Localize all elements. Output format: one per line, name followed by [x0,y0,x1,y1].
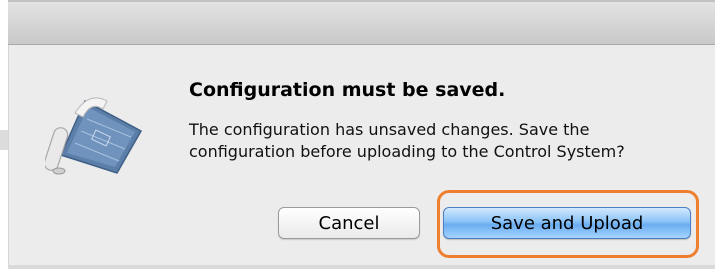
window-titlebar[interactable] [8,0,715,45]
blueprint-scroll-icon [45,97,143,175]
background-window-edge [0,130,8,150]
save-and-upload-button[interactable]: Save and Upload [443,207,691,239]
window-bottom-edge [8,265,715,269]
titlebar-shadow [8,0,715,2]
dialog-message: The configuration has unsaved changes. S… [189,120,625,161]
screenshot-canvas: Configuration must be saved. The configu… [0,0,715,269]
alert-dialog: Configuration must be saved. The configu… [8,45,715,265]
cancel-button[interactable]: Cancel [278,207,420,239]
dialog-title: Configuration must be saved. [189,79,506,101]
